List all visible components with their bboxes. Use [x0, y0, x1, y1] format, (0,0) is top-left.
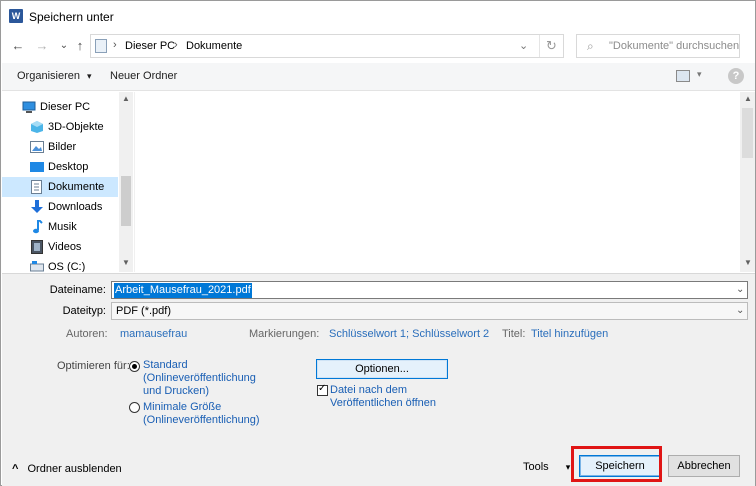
save-button-highlight: [571, 446, 662, 482]
command-toolbar: Organisieren ▾ Neuer Ordner ▾ ?: [2, 63, 755, 91]
breadcrumb-separator-icon: ›: [174, 39, 178, 51]
filename-input[interactable]: Arbeit_Mausefrau_2021.pdf ⌄: [111, 281, 748, 299]
location-folder-icon: [95, 39, 107, 53]
title-bar: W Speichern unter: [1, 1, 755, 31]
nav-item-label: Musik: [48, 221, 77, 233]
cube-icon: [31, 121, 43, 133]
filetype-select[interactable]: PDF (*.pdf) ⌄: [111, 302, 748, 320]
nav-item-os-c[interactable]: OS (C:): [2, 257, 118, 272]
breadcrumb-separator-icon: ›: [113, 39, 117, 51]
filetype-value: PDF (*.pdf): [116, 305, 172, 317]
scrollbar-thumb[interactable]: [121, 176, 131, 226]
nav-item-dieser-pc[interactable]: Dieser PC: [2, 97, 118, 117]
forward-arrow-icon[interactable]: →: [33, 37, 51, 55]
tags-label: Markierungen:: [249, 328, 320, 340]
scroll-up-icon[interactable]: ▲: [741, 92, 755, 106]
organize-button[interactable]: Organisieren ▾: [17, 70, 92, 82]
navigation-pane: Dieser PC 3D-Objekte Bilder Desktop Doku…: [2, 92, 133, 272]
hide-folders-button[interactable]: ^ Ordner ausblenden: [12, 463, 122, 475]
nav-item-label: Downloads: [48, 201, 103, 213]
organize-label: Organisieren: [17, 70, 80, 82]
nav-item-downloads[interactable]: Downloads: [2, 197, 118, 217]
address-dropdown-chevron-icon[interactable]: ⌄: [519, 39, 528, 52]
open-after-publish-checkbox[interactable]: [317, 383, 328, 396]
standard-radio[interactable]: [129, 361, 140, 372]
video-icon: [31, 240, 43, 254]
nav-item-dokumente[interactable]: Dokumente: [2, 177, 118, 197]
authors-value[interactable]: mamausefrau: [120, 328, 187, 340]
pictures-icon: [30, 141, 44, 153]
title-value[interactable]: Titel hinzufügen: [531, 328, 608, 340]
hide-folders-label: Ordner ausblenden: [27, 463, 122, 475]
optimize-label: Optimieren für:: [57, 360, 130, 372]
view-options-icon[interactable]: [676, 70, 690, 82]
save-as-dialog: W Speichern unter ← → ⌄ ↑ › Dieser PC › …: [0, 0, 756, 486]
scrollbar-thumb[interactable]: [742, 108, 753, 158]
refresh-icon[interactable]: ↻: [539, 35, 563, 57]
cancel-button[interactable]: Abbrechen: [668, 455, 740, 477]
nav-item-label: Dokumente: [48, 181, 105, 193]
chevron-up-icon: ^: [12, 463, 19, 475]
new-folder-button[interactable]: Neuer Ordner: [110, 70, 177, 82]
nav-item-3d-objekte[interactable]: 3D-Objekte: [2, 117, 118, 137]
standard-radio-label[interactable]: Standard (Onlineveröffentlichung und Dru…: [143, 359, 256, 398]
tools-dropdown-icon: ▾: [565, 462, 571, 472]
nav-item-videos[interactable]: Videos: [2, 237, 118, 257]
breadcrumb-dieser-pc[interactable]: Dieser PC: [125, 40, 175, 52]
drive-icon: [30, 261, 44, 272]
help-icon[interactable]: ?: [728, 68, 744, 84]
search-icon: ⌕: [587, 39, 594, 53]
filename-label: Dateiname:: [49, 284, 106, 296]
tags-value[interactable]: Schlüsselwort 1; Schlüsselwort 2: [329, 328, 489, 340]
window-title: Speichern unter: [29, 10, 114, 24]
title-label: Titel:: [502, 328, 526, 340]
nav-item-label: Dieser PC: [40, 101, 91, 113]
scroll-down-icon[interactable]: ▼: [741, 256, 755, 270]
authors-label: Autoren:: [66, 328, 108, 340]
filename-value: Arbeit_Mausefrau_2021.pdf: [114, 283, 252, 298]
tools-button[interactable]: Tools ▾: [523, 461, 570, 473]
file-list-scrollbar[interactable]: ▲ ▼: [740, 92, 755, 272]
file-list-area[interactable]: ▲ ▼: [134, 92, 755, 272]
open-after-publish-label[interactable]: Datei nach dem Veröffentlichen öffnen: [330, 384, 450, 410]
chevron-down-icon[interactable]: ⌄: [736, 284, 744, 295]
nav-item-label: Desktop: [48, 161, 89, 173]
view-dropdown-icon[interactable]: ▾: [697, 69, 702, 80]
nav-item-label: 3D-Objekte: [48, 121, 104, 133]
options-button[interactable]: Optionen...: [316, 359, 448, 379]
tools-label: Tools: [523, 461, 549, 473]
document-icon: [31, 180, 42, 194]
scroll-up-icon[interactable]: ▲: [119, 92, 133, 106]
nav-item-label: Videos: [48, 241, 82, 253]
navigation-scrollbar[interactable]: ▲ ▼: [119, 92, 133, 272]
filetype-label: Dateityp:: [62, 305, 106, 317]
computer-icon: [22, 101, 36, 113]
word-icon: W: [9, 9, 23, 23]
up-arrow-icon[interactable]: ↑: [71, 37, 89, 55]
minimal-size-radio-label[interactable]: Minimale Größe (Onlineveröffentlichung): [143, 401, 260, 427]
nav-item-label: OS (C:): [48, 261, 86, 272]
breadcrumb-dokumente[interactable]: Dokumente: [186, 40, 242, 52]
minimal-size-radio[interactable]: [129, 402, 140, 413]
organize-dropdown-icon: ▾: [87, 71, 92, 81]
chevron-down-icon[interactable]: ⌄: [736, 305, 744, 316]
address-bar[interactable]: › Dieser PC › Dokumente ⌄: [90, 34, 564, 58]
nav-item-desktop[interactable]: Desktop: [2, 157, 118, 177]
scroll-down-icon[interactable]: ▼: [119, 256, 133, 270]
nav-item-label: Bilder: [48, 141, 77, 153]
search-placeholder: "Dokumente" durchsuchen: [609, 40, 740, 52]
nav-item-bilder[interactable]: Bilder: [2, 137, 118, 157]
music-icon: [33, 220, 43, 234]
back-arrow-icon[interactable]: ←: [9, 37, 27, 55]
download-icon: [31, 200, 43, 213]
desktop-icon: [30, 162, 44, 172]
nav-item-musik[interactable]: Musik: [2, 217, 118, 237]
search-input[interactable]: ⌕ "Dokumente" durchsuchen: [576, 34, 740, 58]
